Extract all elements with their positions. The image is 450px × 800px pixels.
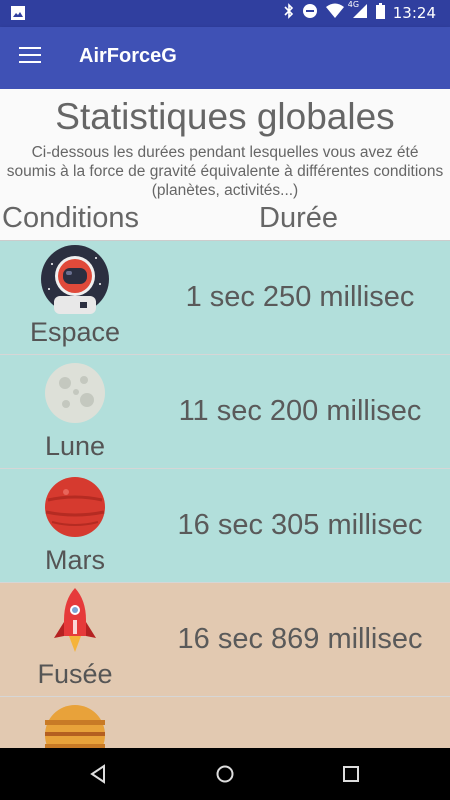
- clock-time: 13:24: [392, 4, 436, 22]
- status-bar: 4G 13:24: [0, 0, 450, 27]
- network-type-label: 4G: [347, 0, 360, 9]
- condition-name: Lune: [44, 431, 106, 461]
- app-bar: AirForceG: [0, 27, 450, 89]
- list-item[interactable]: [0, 697, 450, 748]
- condition-duration: 1 sec 250 millisec: [185, 281, 415, 313]
- column-header-duree: Durée: [259, 202, 338, 234]
- battery-icon: [375, 3, 385, 23]
- table-header: Conditions Durée: [0, 200, 450, 240]
- wifi-icon: [325, 3, 344, 23]
- cell-signal-icon: 4G: [348, 0, 368, 23]
- navigation-bar: [0, 748, 450, 800]
- condition-duration: 16 sec 305 millisec: [177, 509, 423, 541]
- rocket-icon: [40, 586, 110, 656]
- condition-duration: 11 sec 200 millisec: [178, 395, 422, 427]
- moon-icon: [40, 358, 110, 428]
- list-item[interactable]: Fusée 16 sec 869 millisec: [0, 583, 450, 697]
- column-header-conditions: Conditions: [2, 202, 140, 234]
- page-title: Statistiques globales: [55, 96, 395, 137]
- bluetooth-icon: [284, 3, 294, 23]
- condition-name: Espace: [29, 317, 121, 347]
- list-item[interactable]: Lune 11 sec 200 millisec: [0, 355, 450, 469]
- astronaut-icon: [40, 244, 110, 314]
- back-icon[interactable]: [89, 764, 109, 784]
- page-description: Ci-dessous les durées pendant lesquelles…: [6, 144, 444, 199]
- condition-name: Fusée: [37, 659, 113, 689]
- jupiter-icon: [40, 700, 110, 748]
- do-not-disturb-icon: [302, 3, 318, 23]
- image-icon: [10, 5, 26, 25]
- mars-icon: [40, 472, 110, 542]
- hamburger-menu-icon[interactable]: [19, 47, 41, 69]
- recents-icon[interactable]: [341, 764, 361, 784]
- list-item[interactable]: Mars 16 sec 305 millisec: [0, 469, 450, 583]
- condition-duration: 16 sec 869 millisec: [177, 623, 423, 655]
- condition-name: Mars: [45, 545, 105, 575]
- app-title: AirForceG: [79, 45, 177, 67]
- main-content[interactable]: Statistiques globales Ci-dessous les dur…: [0, 89, 450, 748]
- list-item[interactable]: Espace 1 sec 250 millisec: [0, 241, 450, 355]
- home-icon[interactable]: [215, 764, 235, 784]
- conditions-list: Espace 1 sec 250 millisec Lune 11 sec 20…: [0, 240, 450, 748]
